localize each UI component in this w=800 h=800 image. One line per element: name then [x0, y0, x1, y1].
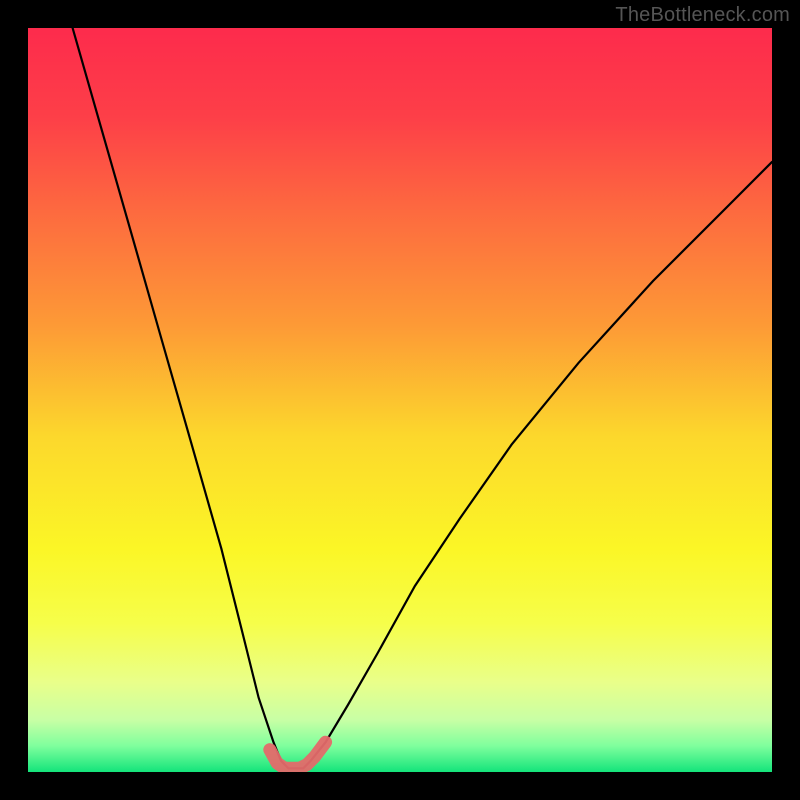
watermark-text: TheBottleneck.com [615, 4, 790, 27]
bottleneck-curve [73, 28, 772, 768]
plot-area [28, 28, 772, 772]
optimal-band-overlay [270, 742, 326, 768]
curve-layer [28, 28, 772, 772]
outer-frame: TheBottleneck.com [0, 0, 800, 800]
